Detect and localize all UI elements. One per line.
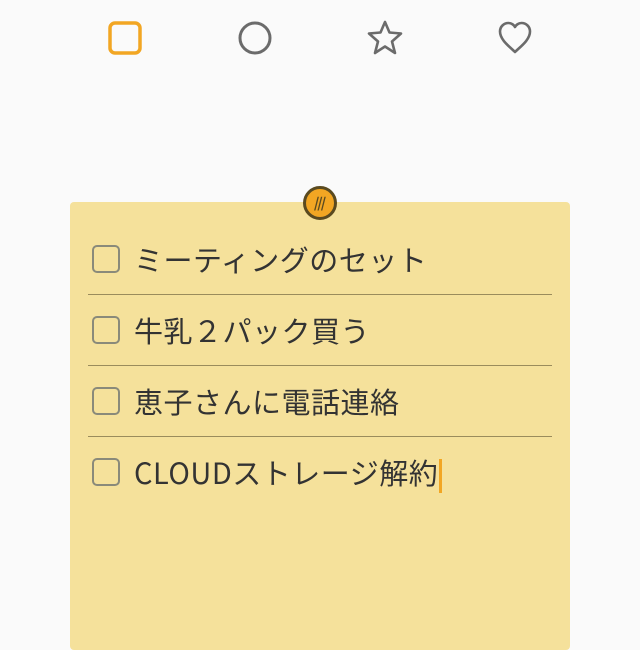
list-item-label: 恵子さんに電話連絡 — [134, 380, 400, 422]
shape-toolbar — [0, 0, 640, 76]
list-item[interactable]: CLOUDストレージ解約 — [88, 437, 552, 507]
list-item[interactable]: 恵子さんに電話連絡 — [88, 366, 552, 437]
text-cursor — [439, 459, 442, 493]
pin-stripes-icon: /// — [314, 193, 324, 213]
note-pin[interactable]: /// — [303, 186, 337, 220]
checkbox[interactable] — [92, 458, 120, 486]
sticky-note: /// ミーティングのセット 牛乳２パック買う 恵子さんに電話連絡 CLOUDス… — [70, 202, 570, 650]
star-icon — [365, 18, 405, 58]
shape-heart-button[interactable] — [491, 14, 539, 62]
shape-star-button[interactable] — [361, 14, 409, 62]
list-item-label: 牛乳２パック買う — [134, 309, 370, 351]
list-item-label: CLOUDストレージ解約 — [134, 451, 442, 493]
list-item-label: ミーティングのセット — [134, 238, 427, 280]
circle-icon — [236, 19, 274, 57]
heart-icon — [495, 18, 535, 58]
checkbox[interactable] — [92, 387, 120, 415]
shape-square-button[interactable] — [101, 14, 149, 62]
shape-circle-button[interactable] — [231, 14, 279, 62]
list-item[interactable]: ミーティングのセット — [88, 224, 552, 295]
square-icon — [106, 19, 144, 57]
checkbox[interactable] — [92, 316, 120, 344]
list-item[interactable]: 牛乳２パック買う — [88, 295, 552, 366]
checkbox[interactable] — [92, 245, 120, 273]
